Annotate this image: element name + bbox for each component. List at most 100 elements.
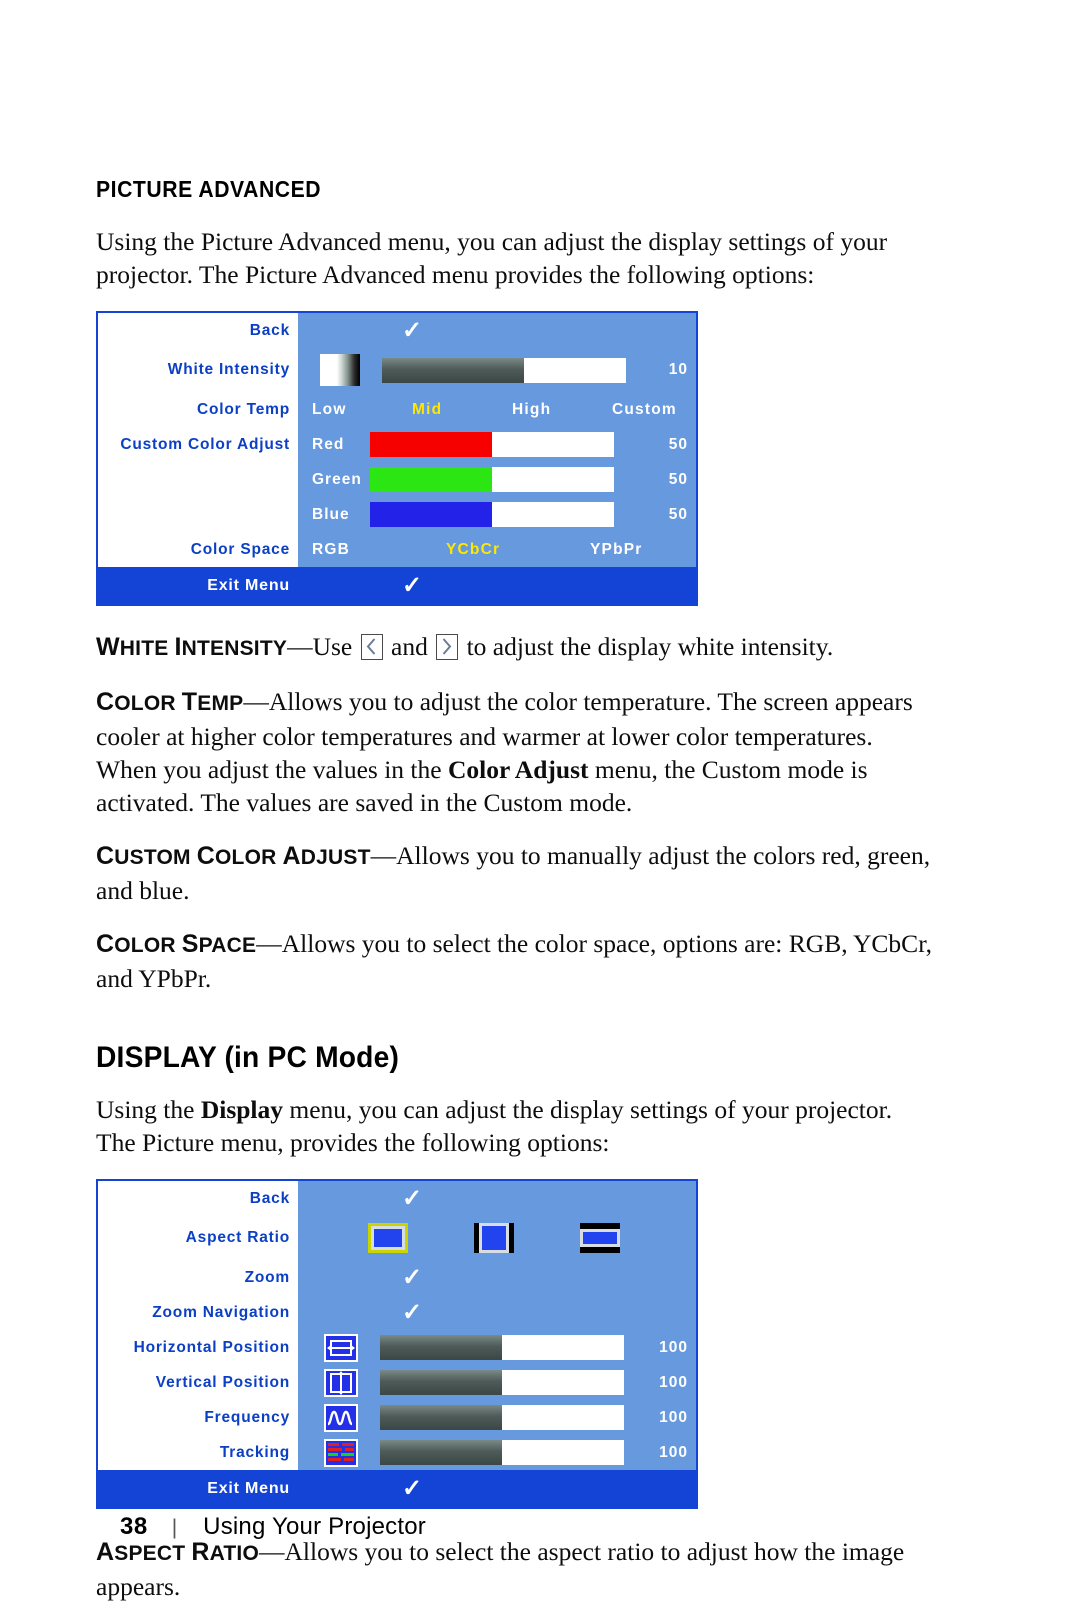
aspect-ratio-16x9-icon[interactable] (580, 1223, 620, 1253)
slider-fill (370, 502, 492, 527)
left-arrow-icon[interactable] (360, 634, 383, 660)
osd-value-tracking[interactable]: 100 (298, 1435, 696, 1470)
osd-row-aspect-ratio[interactable]: Aspect Ratio (98, 1216, 298, 1260)
checkmark-icon: ✓ (401, 1263, 423, 1291)
definition-aspect-ratio: ASPECT RATIO—Allows you to select the as… (96, 1537, 905, 1601)
slider-fill (370, 467, 492, 492)
osd-spacer-green (98, 462, 298, 497)
definition-color-temp: COLOR TEMP—Allows you to adjust the colo… (96, 687, 913, 817)
checkmark-icon: ✓ (401, 1184, 423, 1212)
color-space-options: RGB YCbCr YPbPr (298, 541, 696, 559)
white-intensity-slider[interactable] (382, 357, 626, 383)
osd-value-horizontal-position[interactable]: 100 (298, 1330, 696, 1365)
osd-label-custom-color-adjust: Custom Color Adjust (120, 435, 290, 453)
horizontal-position-slider[interactable] (380, 1335, 624, 1360)
color-space-option-ycbcr[interactable]: YCbCr (446, 541, 590, 559)
osd-value-color-temp[interactable]: Low Mid High Custom (298, 392, 696, 427)
checkmark-icon: ✓ (401, 316, 423, 344)
vertical-position-icon (324, 1368, 358, 1397)
tracking-icon (324, 1438, 358, 1467)
aspect-ratio-4x3-icon[interactable] (474, 1223, 514, 1253)
color-space-option-ypbpr[interactable]: YPbPr (590, 541, 643, 559)
display-pc-heading: DISPLAY (in PC Mode) (96, 1041, 400, 1074)
osd-value-zoom-navigation[interactable]: ✓ (298, 1295, 696, 1330)
osd-value-red[interactable]: Red 50 (298, 427, 696, 462)
osd-value-vertical-position[interactable]: 100 (298, 1365, 696, 1400)
osd-label-zoom-navigation: Zoom Navigation (152, 1303, 290, 1321)
definition-white-intensity-text-a: Use (312, 632, 359, 661)
color-temp-option-high[interactable]: High (512, 401, 612, 419)
page-number: 38 (120, 1513, 148, 1540)
vertical-position-value: 100 (659, 1373, 688, 1391)
color-temp-option-mid[interactable]: Mid (412, 401, 512, 419)
color-temp-option-low[interactable]: Low (312, 401, 412, 419)
tracking-slider[interactable] (380, 1440, 624, 1465)
osd-row-color-temp[interactable]: Color Temp (98, 392, 298, 427)
slider-fill (380, 1370, 502, 1395)
definition-white-intensity: WHITE INTENSITY—Use and to adjust the di… (96, 632, 834, 661)
icon-inner (482, 1226, 506, 1250)
white-gradient-icon (320, 354, 360, 386)
osd-label-back: Back (249, 321, 290, 339)
osd-value-white-intensity[interactable]: 10 (298, 348, 696, 392)
color-space-option-rgb[interactable]: RGB (312, 541, 446, 559)
osd-label-color-temp: Color Temp (197, 400, 290, 418)
osd-value-back[interactable]: ✓ (298, 313, 696, 348)
osd-spacer-blue (98, 497, 298, 532)
channel-label-green: Green (312, 470, 362, 488)
red-value: 50 (668, 435, 688, 453)
slider-fill (382, 357, 524, 383)
osd-label-back: Back (249, 1189, 290, 1207)
osd-row-vertical-position[interactable]: Vertical Position (98, 1365, 298, 1400)
slider-fill (380, 1440, 502, 1465)
red-slider[interactable] (370, 432, 614, 457)
osd-value-zoom[interactable]: ✓ (298, 1260, 696, 1295)
icon-inner (374, 1229, 402, 1247)
page-content: PICTURE ADVANCED Using the Picture Advan… (96, 176, 936, 1623)
horizontal-position-value: 100 (659, 1338, 688, 1356)
term-aspect-ratio: ASPECT RATIO (96, 1538, 259, 1566)
osd-value-color-space[interactable]: RGB YCbCr YPbPr (298, 532, 696, 567)
frequency-slider[interactable] (380, 1405, 624, 1430)
footer-separator: | (171, 1516, 178, 1539)
osd-row-frequency[interactable]: Frequency (98, 1400, 298, 1435)
osd-label-tracking: Tracking (219, 1443, 290, 1461)
exit-checkmark-icon: ✓ (401, 571, 423, 599)
osd-label-color-space: Color Space (190, 540, 290, 558)
osd-value-frequency[interactable]: 100 (298, 1400, 696, 1435)
osd-row-horizontal-position[interactable]: Horizontal Position (98, 1330, 298, 1365)
slider-fill (380, 1405, 502, 1430)
right-arrow-icon[interactable] (436, 634, 459, 660)
footer-title: Using Your Projector (203, 1513, 426, 1540)
aspect-ratio-original-icon[interactable] (368, 1223, 408, 1253)
osd-row-back[interactable]: Back (98, 1181, 298, 1216)
osd-body: Back White Intensity Color Temp Custom C… (98, 313, 696, 567)
display-pc-intro-bold: Display (200, 1095, 284, 1124)
osd-exit-menu-bar[interactable]: Exit Menu ✓ (98, 567, 696, 604)
vertical-position-slider[interactable] (380, 1370, 624, 1395)
osd-label-frequency: Frequency (204, 1408, 290, 1426)
osd-row-white-intensity[interactable]: White Intensity (98, 348, 298, 392)
definition-white-intensity-text-b: and (384, 632, 435, 661)
osd-row-back[interactable]: Back (98, 313, 298, 348)
osd-value-aspect-ratio[interactable] (298, 1216, 696, 1260)
osd-left-labels: Back White Intensity Color Temp Custom C… (98, 313, 298, 567)
blue-slider[interactable] (370, 502, 614, 527)
color-temp-option-custom[interactable]: Custom (612, 401, 677, 419)
osd-value-back[interactable]: ✓ (298, 1181, 696, 1216)
exit-menu-label: Exit Menu (207, 1479, 290, 1497)
osd-row-tracking[interactable]: Tracking (98, 1435, 298, 1470)
green-slider[interactable] (370, 467, 614, 492)
osd-value-blue[interactable]: Blue 50 (298, 497, 696, 532)
osd-value-green[interactable]: Green 50 (298, 462, 696, 497)
osd-row-custom-color-adjust[interactable]: Custom Color Adjust (98, 427, 298, 462)
green-value: 50 (668, 470, 688, 488)
osd-exit-menu-bar[interactable]: Exit Menu ✓ (98, 1470, 696, 1507)
display-pc-intro: Using the Display menu, you can adjust t… (96, 1093, 936, 1159)
checkmark-icon: ✓ (401, 1298, 423, 1326)
osd-picture-advanced-menu: Back White Intensity Color Temp Custom C… (96, 311, 698, 606)
osd-row-zoom-navigation[interactable]: Zoom Navigation (98, 1295, 298, 1330)
osd-row-zoom[interactable]: Zoom (98, 1260, 298, 1295)
osd-row-color-space[interactable]: Color Space (98, 532, 298, 567)
osd-body: Back Aspect Ratio Zoom Zoom Navigation H… (98, 1181, 696, 1470)
